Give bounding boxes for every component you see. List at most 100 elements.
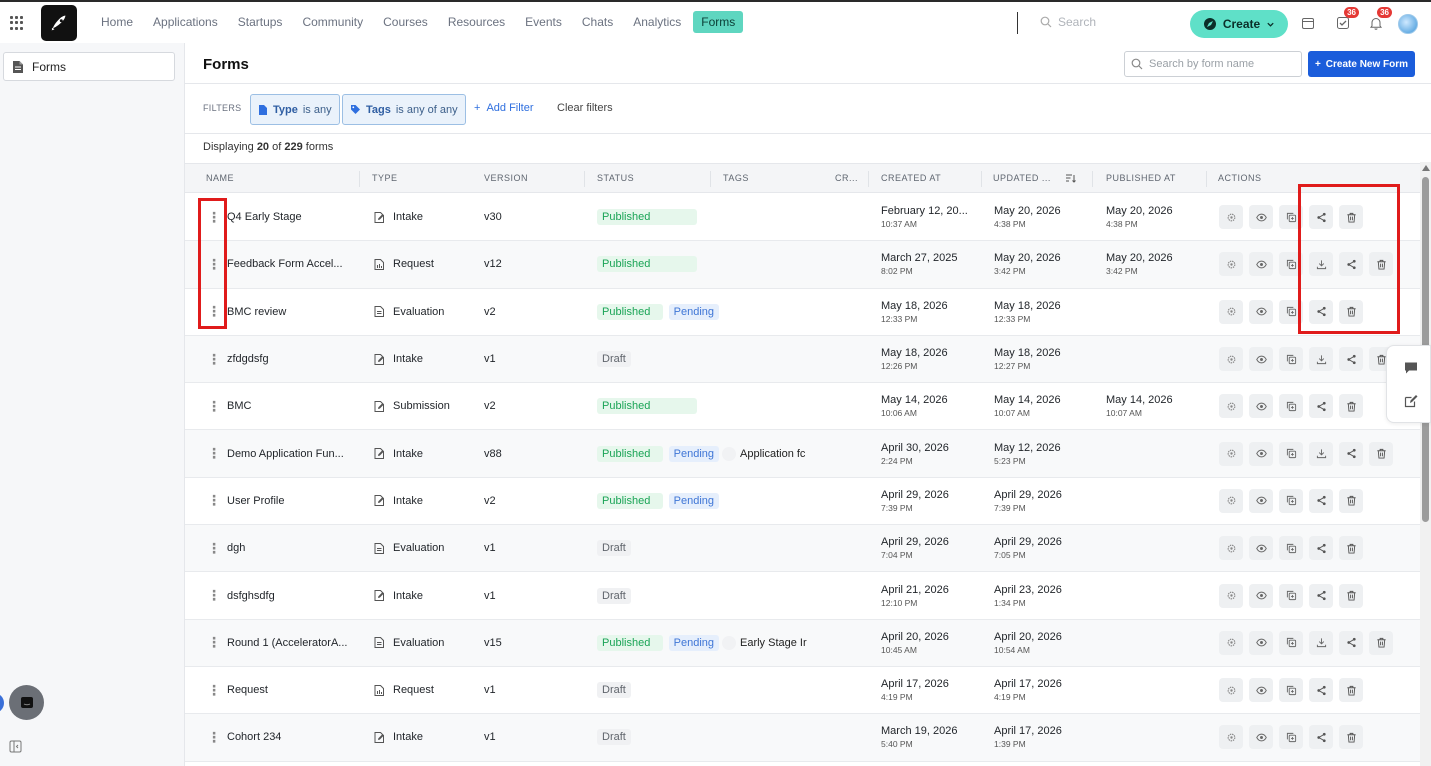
eye-button[interactable] [1249,299,1273,324]
user-avatar[interactable] [1398,14,1418,34]
duplicate-button[interactable] [1279,394,1303,419]
eye-button[interactable] [1249,725,1273,750]
form-search-input[interactable]: Search by form name [1124,51,1302,77]
duplicate-button[interactable] [1279,347,1303,372]
support-chat-button[interactable] [9,685,44,720]
table-row[interactable]: ⋮ BMC Submission v2 Published May 14, 2026 10:… [185,383,1420,431]
create-new-form-button[interactable]: + Create New Form [1308,51,1415,77]
clear-filters-button[interactable]: Clear filters [557,102,613,114]
comment-icon[interactable] [1404,361,1418,375]
form-name[interactable]: Feedback Form Accel... [227,241,352,287]
share-button[interactable] [1309,488,1333,513]
calendar-icon[interactable] [1301,16,1317,32]
trash-button[interactable] [1369,441,1393,466]
settings-button[interactable] [1219,630,1243,655]
add-filter-button[interactable]: + Add Filter [474,102,534,114]
share-button[interactable] [1309,725,1333,750]
form-name[interactable]: dsfghsdfg [227,572,352,618]
nav-item-events[interactable]: Events [517,11,570,33]
column-header-created-at[interactable]: CREATED AT [881,173,941,183]
duplicate-button[interactable] [1279,725,1303,750]
nav-item-courses[interactable]: Courses [375,11,436,33]
trash-button[interactable] [1369,630,1393,655]
form-name[interactable]: BMC [227,383,352,429]
type-filter-chip[interactable]: Type is any [250,94,340,125]
app-grid-icon[interactable] [10,16,24,30]
settings-button[interactable] [1219,441,1243,466]
table-row[interactable]: ⋮ Request Request v1 Draft April 17, 2026 4:19… [185,666,1420,715]
duplicate-button[interactable] [1279,630,1303,655]
share-button[interactable] [1309,536,1333,561]
row-menu-icon[interactable]: ⋮ [209,430,219,476]
table-row[interactable]: ⋮ dsfghsdfg Intake v1 Draft April 21, 2026 12:… [185,572,1420,620]
settings-button[interactable] [1219,347,1243,372]
share-button[interactable] [1309,394,1333,419]
nav-item-chats[interactable]: Chats [574,11,621,33]
sort-icon[interactable] [1065,173,1076,184]
trash-button[interactable] [1339,725,1363,750]
table-row[interactable]: ⋮ Round 1 (AcceleratorA... Evaluation v15 Pu… [185,619,1420,667]
row-menu-icon[interactable]: ⋮ [209,336,219,382]
tasks-icon[interactable]: 36 [1336,7,1359,32]
edit-icon[interactable] [1404,394,1418,408]
form-name[interactable]: User Profile [227,478,352,524]
share-button[interactable] [1309,583,1333,608]
table-row[interactable]: ⋮ Q4 Early Stage Intake v30 Published Februar… [185,194,1420,242]
form-name[interactable]: Round 1 (AcceleratorA... [227,620,352,666]
nav-item-resources[interactable]: Resources [440,11,513,33]
nav-item-forms[interactable]: Forms [693,11,744,33]
bell-icon[interactable]: 36 [1369,7,1392,32]
form-name[interactable]: Demo Application Fun... [227,430,352,476]
rocket-logo[interactable] [41,5,77,41]
eye-button[interactable] [1249,583,1273,608]
settings-button[interactable] [1219,583,1243,608]
table-scrollbar[interactable] [1420,162,1431,766]
eye-button[interactable] [1249,394,1273,419]
column-header-type[interactable]: TYPE [372,173,398,183]
settings-button[interactable] [1219,536,1243,561]
row-menu-icon[interactable]: ⋮ [209,525,219,571]
download-button[interactable] [1309,347,1333,372]
nav-item-community[interactable]: Community [294,11,371,33]
share-button[interactable] [1339,347,1363,372]
column-header-updated-at[interactable]: UPDATED ... [993,173,1051,183]
table-row[interactable]: ⋮ dgh Evaluation v1 Draft April 29, 2026 7:04 … [185,525,1420,573]
settings-button[interactable] [1219,678,1243,703]
duplicate-button[interactable] [1279,536,1303,561]
trash-button[interactable] [1339,583,1363,608]
settings-button[interactable] [1219,299,1243,324]
eye-button[interactable] [1249,630,1273,655]
table-row[interactable]: ⋮ Cohort 234 Intake v1 Draft March 19, 2026 5:… [185,714,1420,762]
settings-button[interactable] [1219,488,1243,513]
duplicate-button[interactable] [1279,583,1303,608]
row-menu-icon[interactable]: ⋮ [209,572,219,618]
eye-button[interactable] [1249,536,1273,561]
tags-filter-chip[interactable]: Tags is any of any [342,94,466,125]
row-menu-icon[interactable]: ⋮ [209,714,219,760]
row-menu-icon[interactable]: ⋮ [209,478,219,524]
scroll-up-arrow[interactable] [1422,165,1430,171]
settings-button[interactable] [1219,252,1243,277]
column-header-name[interactable]: NAME [206,173,234,183]
eye-button[interactable] [1249,678,1273,703]
eye-button[interactable] [1249,205,1273,230]
settings-button[interactable] [1219,725,1243,750]
nav-item-home[interactable]: Home [93,11,141,33]
create-button[interactable]: Create [1190,10,1288,38]
nav-item-analytics[interactable]: Analytics [625,11,689,33]
table-row[interactable]: ⋮ User Profile Intake v2 Published Pending Apr… [185,477,1420,526]
trash-button[interactable] [1339,394,1363,419]
sidebar-collapse-icon[interactable] [9,740,22,756]
trash-button[interactable] [1339,536,1363,561]
eye-button[interactable] [1249,488,1273,513]
share-button[interactable] [1339,630,1363,655]
form-name[interactable]: Q4 Early Stage [227,194,352,240]
column-header-tags[interactable]: TAGS [723,173,749,183]
row-menu-icon[interactable]: ⋮ [209,620,219,666]
table-row[interactable]: ⋮ zfdgdsfg Intake v1 Draft May 18, 2026 12:26 … [185,335,1420,384]
nav-item-applications[interactable]: Applications [145,11,226,33]
table-row[interactable]: ⋮ Demo Application Fun... Intake v88 Publish… [185,430,1420,478]
trash-button[interactable] [1339,488,1363,513]
column-header-version[interactable]: VERSION [484,173,528,183]
duplicate-button[interactable] [1279,678,1303,703]
